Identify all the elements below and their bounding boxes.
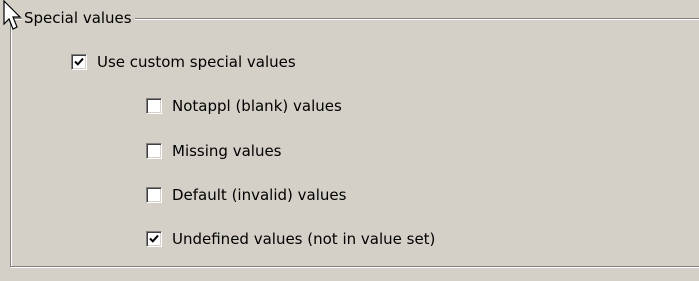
groupbox-bottom-border: [11, 266, 699, 267]
checkmark-icon: [74, 57, 84, 66]
default-values-option[interactable]: Default (invalid) values: [146, 185, 346, 205]
notappl-values-option[interactable]: Notappl (blank) values: [146, 96, 342, 116]
use-custom-special-values-option[interactable]: Use custom special values: [71, 52, 296, 72]
default-values-label[interactable]: Default (invalid) values: [172, 186, 346, 204]
undefined-values-label[interactable]: Undefined values (not in value set): [172, 230, 435, 248]
use-custom-special-values-checkbox[interactable]: [71, 54, 87, 70]
use-custom-special-values-label[interactable]: Use custom special values: [97, 53, 296, 71]
missing-values-checkbox[interactable]: [146, 143, 162, 159]
groupbox-legend: Special values: [22, 8, 135, 28]
undefined-values-checkbox[interactable]: [146, 231, 162, 247]
missing-values-option[interactable]: Missing values: [146, 141, 282, 161]
mouse-pointer-icon: [3, 0, 22, 30]
notappl-values-label[interactable]: Notappl (blank) values: [172, 97, 342, 115]
default-values-checkbox[interactable]: [146, 187, 162, 203]
checkmark-icon: [149, 234, 159, 243]
notappl-values-checkbox[interactable]: [146, 98, 162, 114]
missing-values-label[interactable]: Missing values: [172, 142, 282, 160]
undefined-values-option[interactable]: Undefined values (not in value set): [146, 229, 435, 249]
